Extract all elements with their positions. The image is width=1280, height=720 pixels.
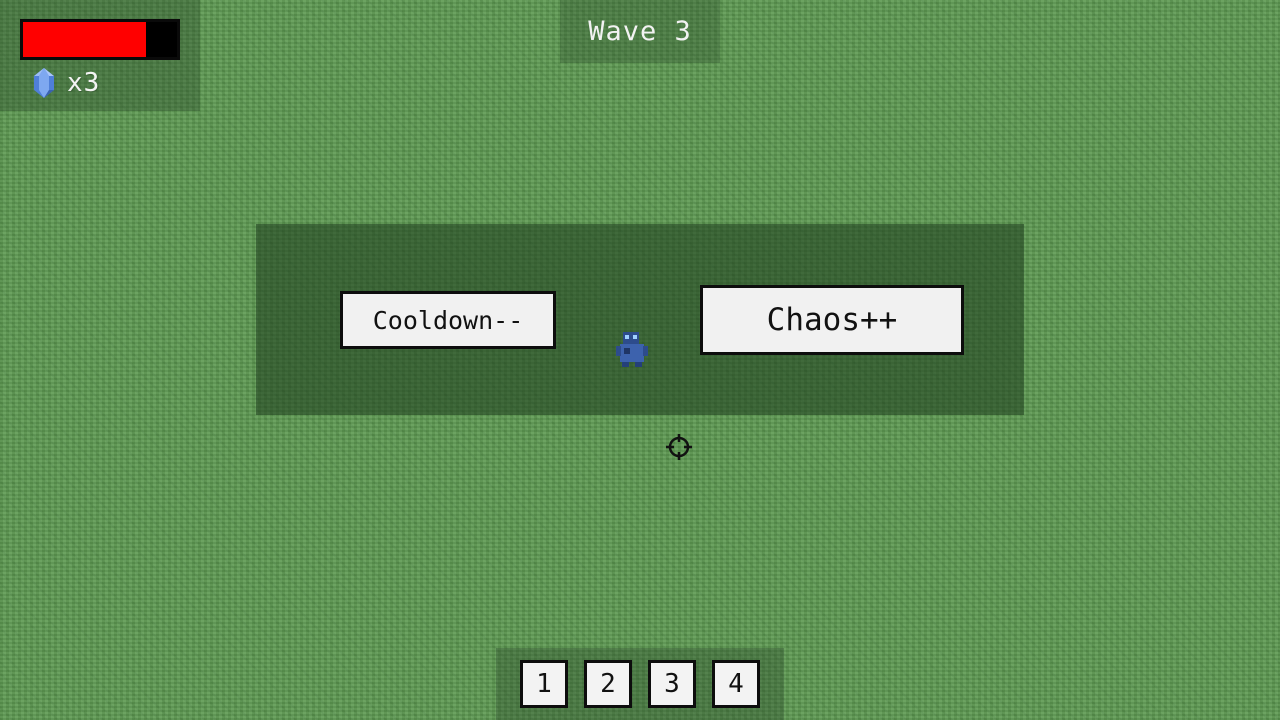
wave-label: Wave 3 <box>588 16 692 47</box>
crosshair-icon <box>666 434 692 460</box>
health-bar-fill <box>23 22 147 57</box>
hotbar-slot-3[interactable]: 3 <box>648 660 696 708</box>
gem-count: x3 <box>67 68 101 98</box>
upgrade-choice-panel: Cooldown-- Chaos++ <box>256 224 1024 415</box>
chaos-upgrade-button[interactable]: Chaos++ <box>700 285 964 355</box>
blue-gem-icon <box>34 68 54 98</box>
health-bar <box>20 19 180 60</box>
hotbar-slot-2[interactable]: 2 <box>584 660 632 708</box>
player-robot-icon <box>616 332 648 367</box>
gem-counter: x3 <box>27 66 100 100</box>
hud-status-panel: x3 <box>0 0 200 111</box>
hotbar-slot-1[interactable]: 1 <box>520 660 568 708</box>
hotbar: 1 2 3 4 <box>496 648 784 720</box>
wave-indicator: Wave 3 <box>560 0 720 63</box>
hotbar-slot-4[interactable]: 4 <box>712 660 760 708</box>
cooldown-upgrade-label: Cooldown-- <box>372 305 524 335</box>
cooldown-upgrade-button[interactable]: Cooldown-- <box>340 291 556 349</box>
chaos-upgrade-label: Chaos++ <box>766 302 898 338</box>
